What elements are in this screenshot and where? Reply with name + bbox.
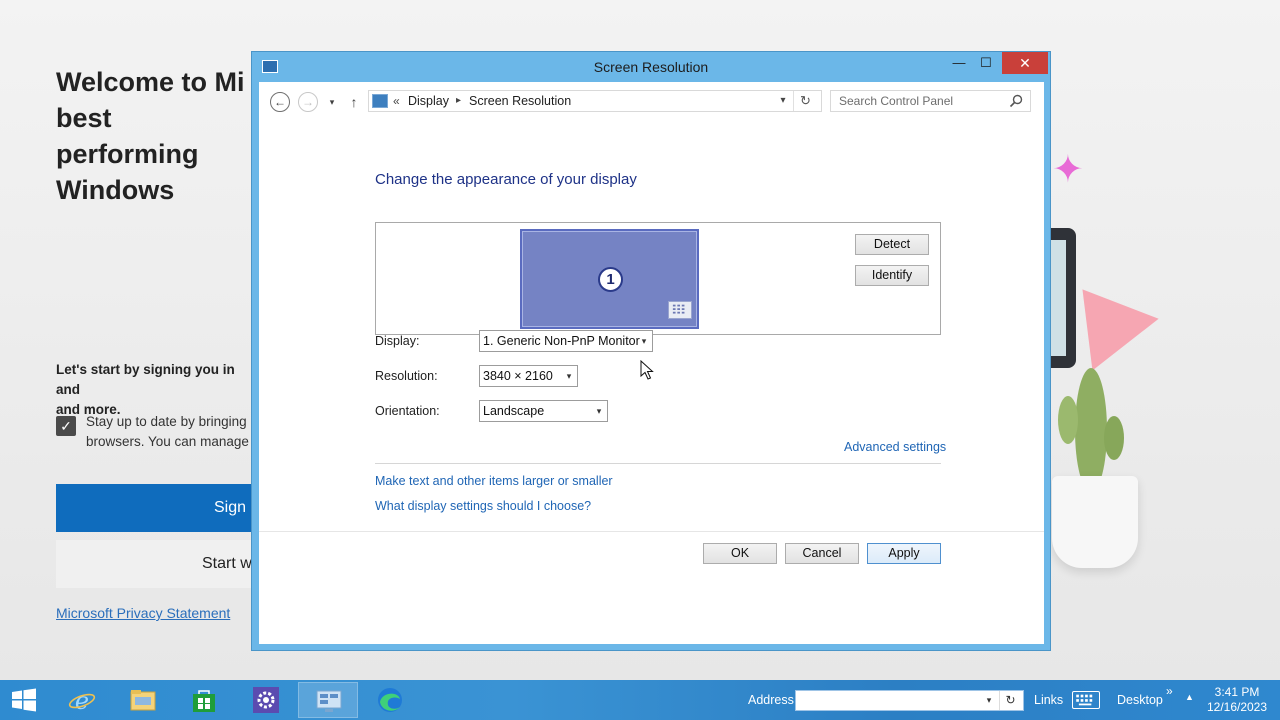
screen-resolution-window: Screen Resolution — ☐ ✕ ← → ▾ ↑ « Displa… (251, 51, 1051, 651)
edge-browser-icon (378, 688, 402, 712)
search-icon[interactable] (1009, 94, 1023, 108)
window-title: Screen Resolution (593, 59, 709, 75)
title-bar[interactable]: Screen Resolution — ☐ ✕ (252, 52, 1050, 82)
address-dropdown-button[interactable]: ▾ (776, 91, 790, 111)
identify-button[interactable]: Identify (855, 265, 929, 286)
minimize-button[interactable]: — (945, 52, 973, 74)
phone-screen-illustration (1050, 240, 1066, 356)
taskbar-file-explorer[interactable] (113, 682, 173, 718)
links-toolbar-label[interactable]: Links (1034, 680, 1063, 720)
pot-illustration (1052, 476, 1138, 568)
monitor-preview-area: 1 Detect Identify (375, 222, 941, 335)
breadcrumb-screen-resolution[interactable]: Screen Resolution (469, 91, 571, 111)
address-bar[interactable]: « Display ▸ Screen Resolution ▾ ↻ (368, 90, 822, 112)
search-box[interactable] (830, 90, 1031, 112)
refresh-icon[interactable]: ↻ (999, 691, 1021, 710)
toolbar-overflow-chevron[interactable]: » (1166, 684, 1173, 698)
show-hidden-icons-button[interactable]: ▲ (1185, 692, 1194, 702)
recent-locations-dropdown[interactable]: ▾ (326, 94, 338, 110)
gear-icon (253, 687, 279, 713)
display-select-value: 1. Generic Non-PnP Monitor (483, 334, 640, 348)
sparkle-icon: ✦ (1052, 149, 1084, 191)
up-button[interactable]: ↑ (347, 92, 361, 112)
folder-icon (130, 690, 156, 711)
breadcrumb-display[interactable]: Display (408, 91, 449, 111)
stay-up-to-date-text: Stay up to date by bringing browsers. Yo… (86, 414, 249, 449)
windows-start-icon[interactable] (10, 688, 38, 712)
welcome-lead-text: Let's start by signing you in and and mo… (56, 362, 235, 417)
desktop-toolbar-label[interactable]: Desktop (1117, 680, 1163, 720)
welcome-title: Welcome to Mi best performing Windows (56, 67, 245, 205)
taskbar-store[interactable] (174, 682, 234, 718)
control-panel-icon (316, 690, 342, 712)
taskbar: e Address ▾ ↻ Links Desktop » ▲ 3:41 PM … (0, 680, 1280, 720)
display-label: Display: (375, 334, 420, 348)
clock-time: 3:41 PM (1214, 685, 1260, 699)
taskbar-edge[interactable] (360, 682, 420, 718)
chevron-down-icon[interactable]: ▾ (983, 691, 995, 710)
orientation-select-value: Landscape (483, 404, 545, 418)
stay-up-to-date-checkbox[interactable]: ✓ (56, 416, 76, 436)
sign-in-button[interactable]: Sign (56, 484, 252, 532)
start-without-account-button[interactable]: Start w (56, 540, 252, 588)
svg-text:e: e (75, 687, 89, 713)
maximize-button[interactable]: ☐ (972, 52, 1000, 74)
display-select[interactable]: 1. Generic Non-PnP Monitor ▾ (479, 330, 653, 352)
apply-button[interactable]: Apply (867, 543, 941, 564)
chevron-down-icon[interactable]: ▾ (638, 331, 650, 351)
taskbar-control-panel[interactable] (298, 682, 358, 718)
detect-button[interactable]: Detect (855, 234, 929, 255)
taskbar-grid-icon (668, 301, 692, 319)
page-heading: Change the appearance of your display (375, 171, 637, 188)
forward-button[interactable]: → (298, 92, 318, 112)
resolution-label: Resolution: (375, 369, 438, 383)
address-toolbar-box[interactable]: ▾ ↻ (795, 690, 1024, 711)
advanced-settings-link[interactable]: Advanced settings (844, 440, 946, 454)
cancel-button[interactable]: Cancel (785, 543, 859, 564)
clock[interactable]: 3:41 PM 12/16/2023 (1204, 685, 1270, 715)
search-input[interactable] (831, 91, 1006, 111)
breadcrumb-separator[interactable]: ▸ (456, 91, 461, 111)
orientation-label: Orientation: (375, 404, 440, 418)
privacy-statement-link[interactable]: Microsoft Privacy Statement (56, 605, 230, 621)
mouse-pointer-icon (640, 360, 654, 380)
resolution-select[interactable]: 3840 × 2160 ▾ (479, 365, 578, 387)
address-toolbar-label: Address (748, 693, 794, 707)
text-size-link[interactable]: Make text and other items larger or smal… (375, 474, 613, 488)
divider (375, 463, 941, 464)
chevron-down-icon[interactable]: ▾ (593, 401, 605, 421)
breadcrumb-overflow[interactable]: « (393, 91, 400, 111)
taskbar-settings[interactable] (236, 682, 296, 718)
footer-divider (259, 531, 1044, 532)
ok-button[interactable]: OK (703, 543, 777, 564)
monitor-1-tile[interactable]: 1 (520, 229, 699, 329)
store-bag-icon (193, 690, 215, 712)
orientation-select[interactable]: Landscape ▾ (479, 400, 608, 422)
chevron-down-icon[interactable]: ▾ (563, 366, 575, 386)
which-settings-link[interactable]: What display settings should I choose? (375, 499, 591, 513)
clock-date: 12/16/2023 (1206, 700, 1268, 714)
monitor-number-badge: 1 (598, 267, 623, 292)
resolution-select-value: 3840 × 2160 (483, 369, 553, 383)
taskbar-internet-explorer[interactable]: e (52, 682, 112, 718)
back-button[interactable]: ← (270, 92, 290, 112)
address-toolbar-input[interactable] (796, 691, 981, 710)
internet-explorer-icon: e (68, 687, 96, 713)
refresh-button[interactable]: ↻ (793, 91, 817, 111)
close-button[interactable]: ✕ (1002, 52, 1048, 74)
keyboard-icon[interactable] (1072, 691, 1100, 709)
control-panel-icon (372, 94, 388, 108)
